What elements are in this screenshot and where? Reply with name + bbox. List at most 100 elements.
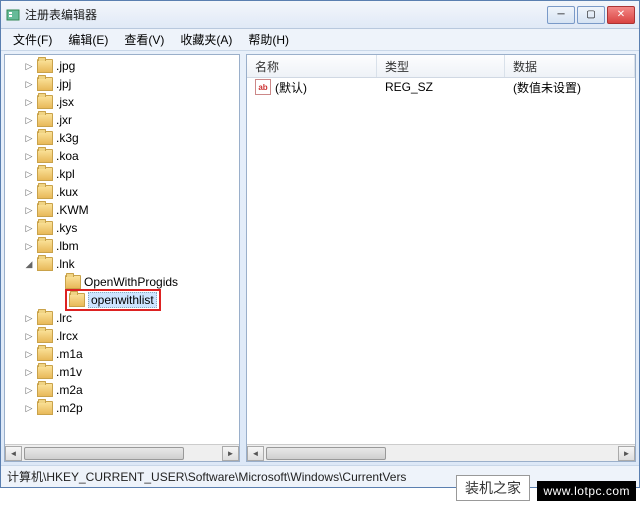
tree-item-label: .jxr (56, 113, 72, 127)
menubar: 文件(F) 编辑(E) 查看(V) 收藏夹(A) 帮助(H) (1, 29, 639, 51)
expand-icon[interactable]: ▷ (23, 240, 35, 252)
tree-item-label: openwithlist (88, 292, 157, 308)
folder-icon (37, 365, 53, 379)
folder-icon (37, 221, 53, 235)
tree-scroll[interactable]: ▷.jpg▷.jpj▷.jsx▷.jxr▷.k3g▷.koa▷.kpl▷.kux… (5, 55, 239, 444)
menu-help[interactable]: 帮助(H) (240, 29, 297, 50)
folder-icon (37, 167, 53, 181)
tree-item[interactable]: ▷ .jpj (23, 75, 239, 93)
expand-icon[interactable]: ▷ (23, 330, 35, 342)
tree-item-label: .jpj (56, 77, 71, 91)
expand-icon[interactable]: ▷ (23, 348, 35, 360)
tree-hscroll[interactable]: ◄ ► (5, 444, 239, 461)
list-hscroll[interactable]: ◄ ► (247, 444, 635, 461)
col-name[interactable]: 名称 (247, 55, 377, 77)
titlebar[interactable]: 注册表编辑器 ─ ▢ ✕ (1, 1, 639, 29)
tree-item-label: .lnk (56, 257, 75, 271)
tree-item[interactable]: ▷.lrc (23, 309, 239, 327)
tree-item-label: .k3g (56, 131, 79, 145)
expand-icon[interactable]: ▷ (23, 78, 35, 90)
expand-icon[interactable]: ▷ (23, 132, 35, 144)
tree-item-label: .m2p (56, 401, 83, 415)
menu-edit[interactable]: 编辑(E) (60, 29, 116, 50)
maximize-button[interactable]: ▢ (577, 6, 605, 24)
expand-icon[interactable]: ▷ (23, 168, 35, 180)
col-data[interactable]: 数据 (505, 55, 635, 77)
expand-icon[interactable]: ▷ (23, 204, 35, 216)
value-name: (默认) (275, 79, 307, 96)
value-data: (数值未设置) (505, 79, 635, 96)
tree-item-label: .jsx (56, 95, 74, 109)
tree-item[interactable]: ▷ .kpl (23, 165, 239, 183)
list-body[interactable]: ab (默认) REG_SZ (数值未设置) (247, 78, 635, 444)
folder-icon (37, 329, 53, 343)
tree-item-label: .m1a (56, 347, 83, 361)
expand-icon[interactable]: ▷ (23, 150, 35, 162)
tree-item[interactable]: ▷ .jxr (23, 111, 239, 129)
folder-icon (37, 113, 53, 127)
tree-item[interactable]: ▷.KWM (23, 201, 239, 219)
tree-item[interactable]: ▷ .jsx (23, 93, 239, 111)
highlight-box: openwithlist (65, 289, 161, 311)
tree-item-label: .lrcx (56, 329, 78, 343)
folder-icon (37, 203, 53, 217)
watermark-text: 装机之家 (456, 475, 530, 501)
watermark-url: www.lotpc.com (537, 481, 636, 501)
expand-icon[interactable]: ▷ (23, 402, 35, 414)
scroll-right-icon[interactable]: ► (222, 446, 239, 461)
folder-icon (37, 347, 53, 361)
tree-item[interactable]: ▷ .m1v (23, 363, 239, 381)
scroll-thumb[interactable] (24, 447, 184, 460)
tree-item[interactable]: ▷ .m1a (23, 345, 239, 363)
tree-item[interactable]: ▷ .m2a (23, 381, 239, 399)
folder-icon (37, 185, 53, 199)
tree-item-label: .kux (56, 185, 78, 199)
tree-item[interactable]: openwithlist (23, 291, 239, 309)
tree-item[interactable]: ▷.jpg (23, 57, 239, 75)
expand-icon[interactable]: ▷ (23, 60, 35, 72)
tree-item-label: OpenWithProgids (84, 275, 178, 289)
tree-panel: ▷.jpg▷.jpj▷.jsx▷.jxr▷.k3g▷.koa▷.kpl▷.kux… (4, 54, 240, 462)
tree-item[interactable]: ▷ .k3g (23, 129, 239, 147)
tree-item[interactable]: ▷.kys (23, 219, 239, 237)
expand-icon[interactable]: ▷ (23, 366, 35, 378)
scroll-left-icon[interactable]: ◄ (247, 446, 264, 461)
expand-icon[interactable]: ▷ (23, 186, 35, 198)
tree-item-label: .koa (56, 149, 79, 163)
folder-icon (37, 239, 53, 253)
collapse-icon[interactable]: ◢ (23, 258, 35, 270)
tree-item-label: .m1v (56, 365, 82, 379)
folder-icon (65, 275, 81, 289)
tree-item-label: .kpl (56, 167, 75, 181)
menu-favorites[interactable]: 收藏夹(A) (172, 29, 240, 50)
list-panel: 名称 类型 数据 ab (默认) REG_SZ (数值未设置) ◄ ► (246, 54, 636, 462)
list-header: 名称 类型 数据 (247, 55, 635, 78)
folder-icon (37, 59, 53, 73)
scroll-left-icon[interactable]: ◄ (5, 446, 22, 461)
expand-icon[interactable]: ▷ (23, 384, 35, 396)
folder-icon (69, 293, 85, 307)
tree-item[interactable]: ▷.lbm (23, 237, 239, 255)
expand-icon[interactable]: ▷ (23, 222, 35, 234)
tree-item-label: .m2a (56, 383, 83, 397)
folder-icon (37, 95, 53, 109)
tree-item[interactable]: ▷ .koa (23, 147, 239, 165)
tree-item[interactable]: ◢ .lnk (23, 255, 239, 273)
tree-item[interactable]: ▷ .m2p (23, 399, 239, 417)
menu-file[interactable]: 文件(F) (5, 29, 60, 50)
scroll-thumb[interactable] (266, 447, 386, 460)
expand-icon[interactable]: ▷ (23, 312, 35, 324)
close-button[interactable]: ✕ (607, 6, 635, 24)
col-type[interactable]: 类型 (377, 55, 505, 77)
minimize-button[interactable]: ─ (547, 6, 575, 24)
list-row[interactable]: ab (默认) REG_SZ (数值未设置) (247, 78, 635, 96)
expand-icon[interactable]: ▷ (23, 96, 35, 108)
folder-icon (37, 257, 53, 271)
menu-view[interactable]: 查看(V) (116, 29, 172, 50)
leaf-icon (51, 294, 63, 306)
scroll-right-icon[interactable]: ► (618, 446, 635, 461)
tree-item[interactable]: ▷ .kux (23, 183, 239, 201)
tree-item[interactable]: ▷ .lrcx (23, 327, 239, 345)
expand-icon[interactable]: ▷ (23, 114, 35, 126)
leaf-icon (51, 276, 63, 288)
